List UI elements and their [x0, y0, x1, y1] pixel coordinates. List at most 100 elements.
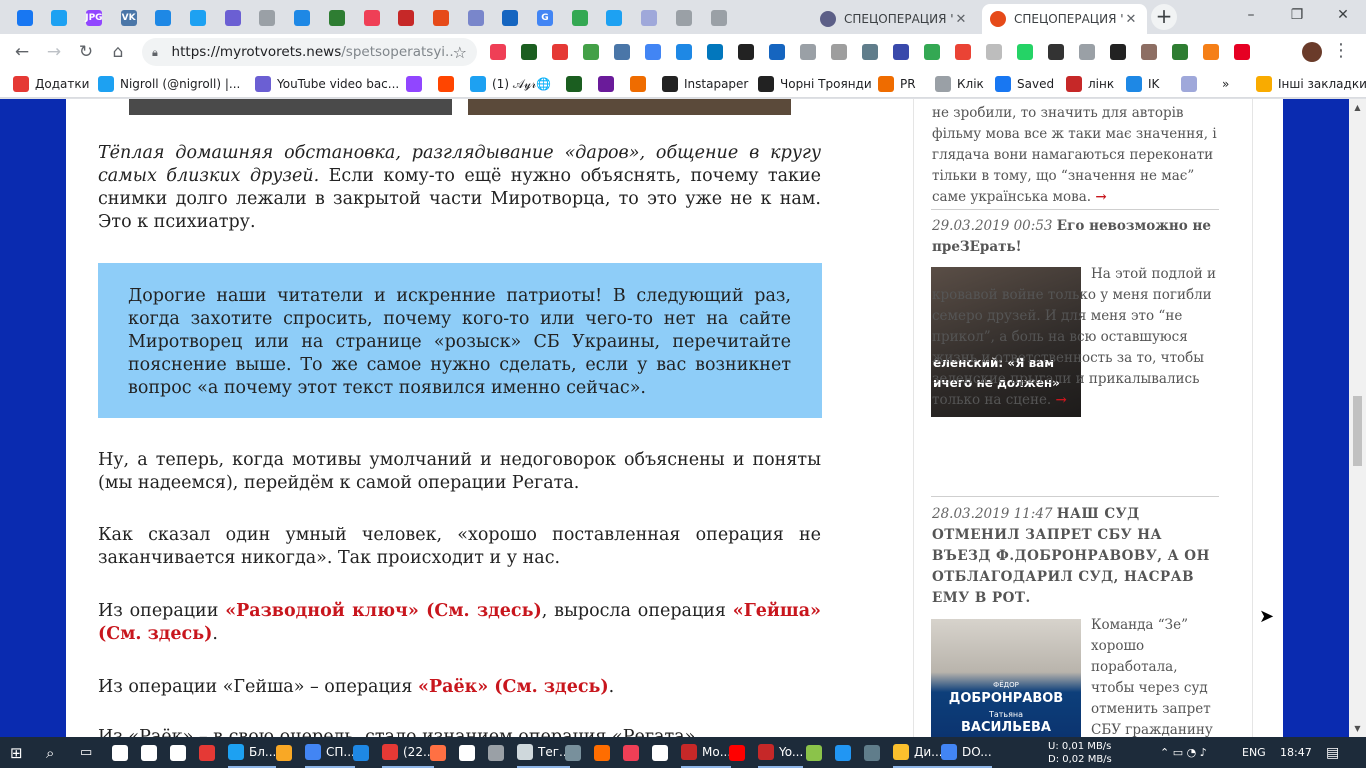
taskbar-app[interactable]: [652, 737, 673, 768]
pinned-tab[interactable]: [494, 5, 527, 30]
extension-icon[interactable]: [614, 44, 630, 60]
taskbar-app[interactable]: [112, 737, 133, 768]
pinned-tab[interactable]: [598, 5, 631, 30]
extension-icon[interactable]: [1172, 44, 1188, 60]
pinned-tab[interactable]: [147, 5, 180, 30]
extension-icon[interactable]: [1234, 44, 1250, 60]
pinned-tab[interactable]: [702, 5, 735, 30]
notifications-icon[interactable]: ▤: [1326, 737, 1339, 768]
page-scrollbar[interactable]: ▲ ▼: [1349, 99, 1366, 737]
extension-icon[interactable]: [1079, 44, 1095, 60]
taskbar-app[interactable]: [565, 737, 586, 768]
extension-icon[interactable]: [738, 44, 754, 60]
taskbar-app[interactable]: [430, 737, 451, 768]
link-raek[interactable]: «Раёк» (См. здесь): [418, 677, 609, 697]
home-icon[interactable]: ⌂: [106, 40, 130, 64]
link-razvodnoy-klyuch[interactable]: «Разводной ключ» (См. здесь): [225, 601, 542, 621]
taskbar-app[interactable]: [276, 737, 297, 768]
taskbar-app[interactable]: Yo...: [758, 737, 804, 768]
pinned-tab[interactable]: [390, 5, 423, 30]
extension-icon[interactable]: [986, 44, 1002, 60]
taskbar-app[interactable]: [623, 737, 644, 768]
pinned-tab[interactable]: [633, 5, 666, 30]
bookmark-item[interactable]: PR: [878, 75, 916, 93]
extension-icon[interactable]: [676, 44, 692, 60]
pinned-tab[interactable]: [320, 5, 353, 30]
read-more-arrow-icon[interactable]: →: [1095, 189, 1106, 205]
extension-icon[interactable]: [707, 44, 723, 60]
taskbar-app[interactable]: [835, 737, 856, 768]
taskbar-app[interactable]: DO...: [941, 737, 992, 768]
bookmark-star-icon[interactable]: ☆: [453, 43, 467, 62]
sidebar-item-2-heading[interactable]: 28.03.2019 11:47 НАШ СУД ОТМЕНИЛ ЗАПРЕТ …: [932, 504, 1222, 609]
taskbar-app[interactable]: [594, 737, 615, 768]
clock[interactable]: 18:47: [1280, 737, 1312, 768]
pinned-tab[interactable]: [355, 5, 388, 30]
maximize-button[interactable]: ❐: [1274, 0, 1320, 30]
bookmark-item[interactable]: Інші закладки: [1256, 75, 1366, 93]
taskbar-app[interactable]: [170, 737, 191, 768]
sidebar-item-1-heading[interactable]: 29.03.2019 00:53 Его невозможно не преЗЕ…: [932, 216, 1222, 258]
taskbar-app[interactable]: СП...: [305, 737, 355, 768]
pinned-tab[interactable]: [8, 5, 41, 30]
bookmark-item[interactable]: Instapaper: [662, 75, 748, 93]
bookmark-item[interactable]: лінк: [1066, 75, 1114, 93]
extension-icon[interactable]: [645, 44, 661, 60]
pinned-tab[interactable]: JPG: [77, 5, 110, 30]
bookmark-item[interactable]: Nigroll (@nigroll) |...: [98, 75, 240, 93]
taskbar-app[interactable]: [141, 737, 162, 768]
new-tab-button[interactable]: +: [1151, 4, 1177, 30]
extension-icon[interactable]: [769, 44, 785, 60]
search-icon[interactable]: ⌕: [46, 737, 54, 768]
close-tab-icon[interactable]: ✕: [1123, 12, 1139, 27]
close-tab-icon[interactable]: ✕: [953, 12, 969, 27]
pinned-tab[interactable]: [182, 5, 215, 30]
reload-icon[interactable]: ↻: [74, 40, 98, 64]
extension-icon[interactable]: [552, 44, 568, 60]
taskbar-app[interactable]: [806, 737, 827, 768]
bookmark-item[interactable]: [630, 75, 646, 93]
taskbar-app[interactable]: Мо...: [681, 737, 732, 768]
scrollbar-thumb[interactable]: [1353, 396, 1362, 466]
extension-icon[interactable]: [955, 44, 971, 60]
taskbar-app[interactable]: [488, 737, 509, 768]
bookmark-item[interactable]: [406, 75, 422, 93]
extension-icon[interactable]: [583, 44, 599, 60]
extension-icon[interactable]: [924, 44, 940, 60]
extension-icon[interactable]: [800, 44, 816, 60]
extension-icon[interactable]: [831, 44, 847, 60]
bookmark-item[interactable]: (1) 𝒜𝓎𝓇🌐: [470, 75, 551, 93]
extension-icon[interactable]: [893, 44, 909, 60]
bookmark-item[interactable]: IK: [1126, 75, 1159, 93]
language-indicator[interactable]: ENG: [1242, 737, 1266, 768]
task-view-icon[interactable]: ▭: [80, 737, 92, 768]
forward-arrow-icon[interactable]: →: [42, 40, 66, 64]
sidebar-item-2-thumbnail[interactable]: ФЁДОР ДОБРОНРАВОВ Татьяна ВАСИЛЬЕВА: [931, 619, 1081, 737]
back-arrow-icon[interactable]: ←: [10, 40, 34, 64]
pinned-tab[interactable]: [286, 5, 319, 30]
pinned-tab[interactable]: G: [529, 5, 562, 30]
bookmark-item[interactable]: »: [1222, 75, 1229, 93]
bookmark-item[interactable]: Чорні Троянди: [758, 75, 872, 93]
read-more-arrow-icon[interactable]: →: [1056, 392, 1067, 408]
start-button[interactable]: ⊞: [10, 737, 23, 768]
taskbar-app[interactable]: Ди...: [893, 737, 943, 768]
pinned-tab[interactable]: [424, 5, 457, 30]
profile-avatar[interactable]: [1302, 42, 1322, 62]
bookmark-item[interactable]: [598, 75, 614, 93]
lock-icon[interactable]: 🔒︎: [152, 46, 162, 59]
bookmark-item[interactable]: [1181, 75, 1197, 93]
minimize-button[interactable]: –: [1228, 0, 1274, 30]
close-window-button[interactable]: ✕: [1320, 0, 1366, 30]
tab-active[interactable]: СПЕЦОПЕРАЦИЯ " ✕: [982, 4, 1147, 34]
taskbar-app[interactable]: [353, 737, 374, 768]
tray-icons[interactable]: ⌃ ▭ ◔ ♪: [1160, 737, 1207, 768]
taskbar-app[interactable]: Бл...: [228, 737, 277, 768]
pinned-tab[interactable]: [667, 5, 700, 30]
bookmark-item[interactable]: [566, 75, 582, 93]
pinned-tab[interactable]: [563, 5, 596, 30]
taskbar-app[interactable]: [199, 737, 220, 768]
bookmark-item[interactable]: Додатки: [13, 75, 89, 93]
pinned-tab[interactable]: [43, 5, 76, 30]
pinned-tab[interactable]: [251, 5, 284, 30]
